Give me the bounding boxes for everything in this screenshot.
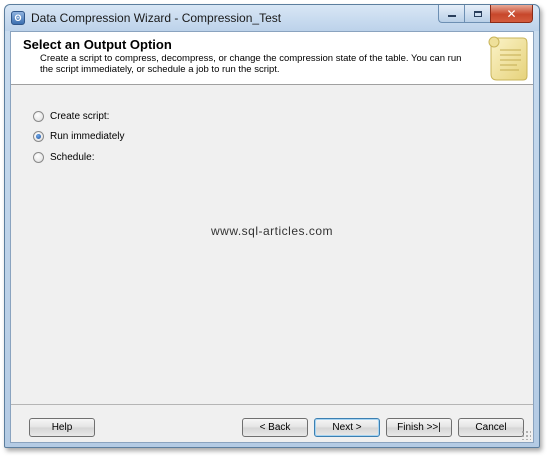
wizard-header: Select an Output Option Create a script … (11, 32, 533, 85)
create-script-radio[interactable] (33, 110, 44, 122)
schedule-radio[interactable] (33, 151, 44, 163)
option-create-script[interactable]: Create script: (33, 108, 233, 124)
wizard-window: ʘ Data Compression Wizard - Compression_… (4, 4, 540, 448)
maximize-button[interactable] (464, 5, 490, 23)
run-immediately-radio[interactable] (33, 130, 44, 142)
minimize-icon (447, 15, 456, 17)
run-immediately-label: Run immediately (50, 130, 125, 142)
scroll-icon (488, 36, 528, 81)
cancel-button[interactable]: Cancel (458, 418, 524, 437)
help-button[interactable]: Help (29, 418, 95, 437)
wizard-app-icon[interactable]: ʘ (11, 11, 25, 25)
resize-grip[interactable] (521, 430, 531, 440)
footer-divider (11, 404, 533, 405)
watermark-text: www.sql-articles.com (210, 224, 334, 238)
close-icon: ✕ (506, 6, 517, 21)
minimize-button[interactable] (438, 5, 464, 23)
title-bar[interactable]: ʘ Data Compression Wizard - Compression_… (5, 5, 539, 31)
maximize-icon (473, 10, 482, 17)
page-description: Create a script to compress, decompress,… (40, 53, 462, 75)
option-run-immediately[interactable]: Run immediately (33, 128, 233, 144)
next-button[interactable]: Next > (314, 418, 380, 437)
window-title: Data Compression Wizard - Compression_Te… (31, 11, 282, 25)
schedule-label: Schedule: (50, 151, 95, 163)
option-schedule[interactable]: Schedule: (33, 149, 233, 165)
wizard-client-area: Select an Output Option Create a script … (10, 31, 534, 443)
finish-button[interactable]: Finish >>| (386, 418, 452, 437)
create-script-label: Create script: (50, 110, 110, 122)
page-title: Select an Output Option (23, 37, 172, 52)
close-button[interactable]: ✕ (490, 5, 533, 23)
back-button[interactable]: < Back (242, 418, 308, 437)
caption-buttons: ✕ (438, 5, 533, 24)
